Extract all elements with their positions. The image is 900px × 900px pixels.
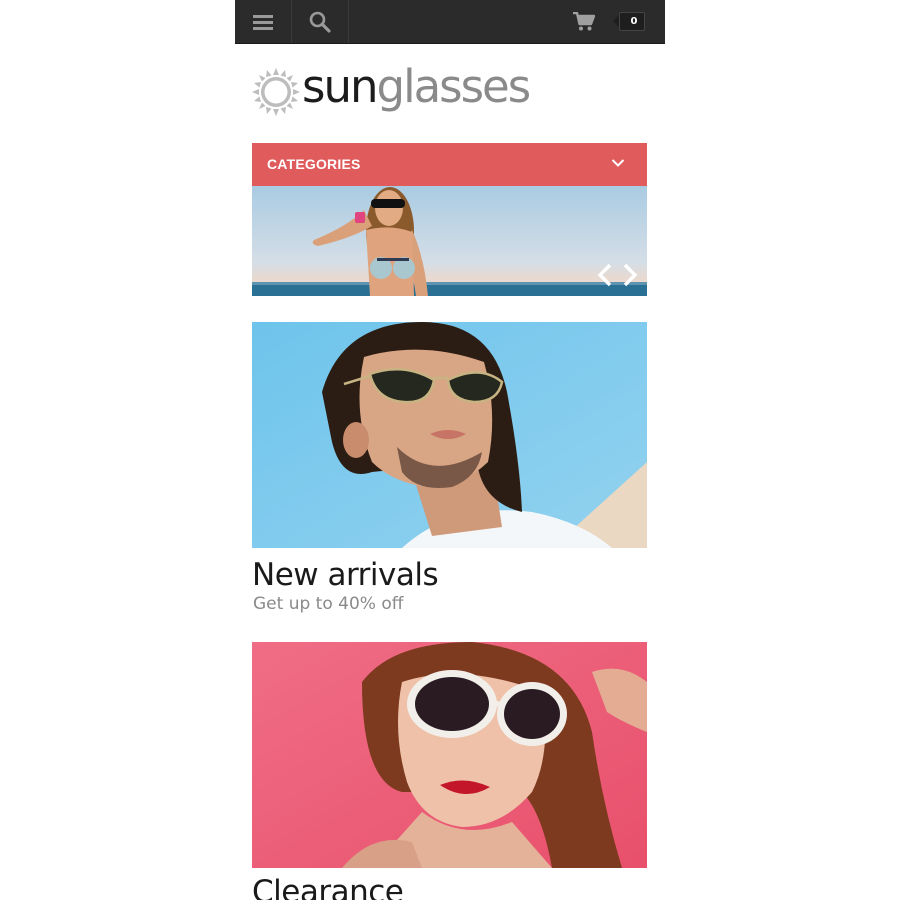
logo[interactable]: sunglasses: [252, 60, 552, 120]
new-arrivals-image: [252, 322, 647, 548]
categories-label: CATEGORIES: [267, 156, 361, 172]
search-icon: [309, 11, 331, 33]
menu-button[interactable]: [235, 0, 292, 43]
clearance-title[interactable]: Clearance: [252, 874, 404, 900]
sun-icon: [252, 68, 300, 116]
clearance-banner[interactable]: [252, 642, 647, 868]
cart-count-badge[interactable]: 0: [613, 12, 645, 31]
divider: [348, 0, 349, 43]
chevron-left-icon[interactable]: [595, 262, 615, 288]
clearance-image: [252, 642, 647, 868]
logo-text-light: glasses: [376, 60, 532, 113]
logo-text: sunglasses: [302, 60, 532, 114]
logo-text-dark: sun: [302, 60, 378, 113]
hero-slider[interactable]: [252, 186, 647, 296]
new-arrivals-banner[interactable]: [252, 322, 647, 548]
top-bar: 0: [235, 0, 665, 44]
new-arrivals-subtitle: Get up to 40% off: [253, 594, 404, 614]
cart-button[interactable]: [569, 0, 599, 43]
search-button[interactable]: [292, 0, 349, 43]
chevron-down-icon: [611, 159, 625, 167]
slider-image: [252, 186, 647, 296]
categories-dropdown[interactable]: CATEGORIES: [252, 143, 647, 186]
new-arrivals-title[interactable]: New arrivals: [252, 557, 439, 593]
page: 0 sunglasses CATEGORIES New arrivals Get…: [235, 0, 665, 900]
chevron-right-icon[interactable]: [620, 262, 640, 288]
cart-icon: [573, 11, 595, 30]
menu-icon: [253, 14, 273, 30]
